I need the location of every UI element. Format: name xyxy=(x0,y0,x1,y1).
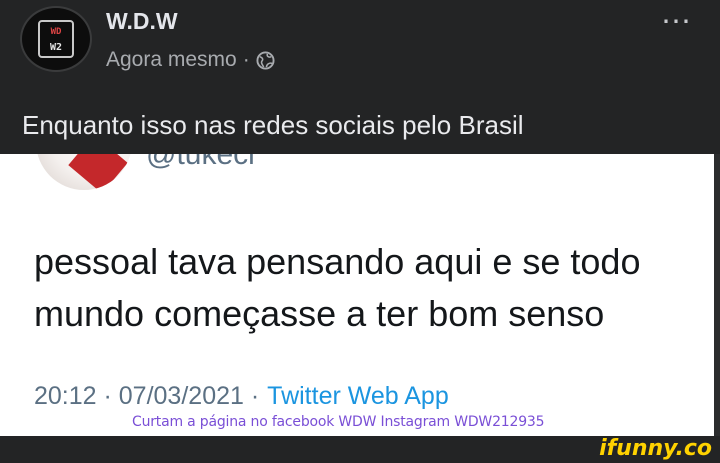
post-caption: Enquanto isso nas redes sociais pelo Bra… xyxy=(22,110,524,140)
meta-separator: · xyxy=(242,48,250,71)
tweet-avatar-detail xyxy=(68,154,128,190)
tweet-avatar xyxy=(36,154,132,190)
post-caption-bar: Enquanto isso nas redes sociais pelo Bra… xyxy=(0,100,720,154)
page-avatar[interactable]: WD W2 xyxy=(20,6,92,72)
post-timestamp[interactable]: Agora mesmo xyxy=(106,48,237,72)
page-name[interactable]: W.D.W xyxy=(106,8,178,35)
post-meta: Agora mesmo · xyxy=(106,48,275,72)
avatar-logo-bottom: W2 xyxy=(49,42,63,53)
tweet-handle: @tukeci xyxy=(146,154,255,171)
post-header: WD W2 W.D.W Agora mesmo · ⋯ xyxy=(0,0,720,100)
tweet-meta: 20:12 · 07/03/2021 · Twitter Web App xyxy=(34,382,449,411)
avatar-logo-top: WD xyxy=(50,27,62,37)
avatar-logo: WD W2 xyxy=(38,20,74,58)
globe-icon[interactable] xyxy=(256,50,275,70)
tweet-source: Twitter Web App xyxy=(267,382,449,410)
right-border xyxy=(714,154,720,436)
more-options-icon[interactable]: ⋯ xyxy=(661,4,692,39)
bottom-bar: ifunny.co xyxy=(0,436,720,463)
ifunny-logo: ifunny.co xyxy=(599,436,712,461)
tweet-time-date: 20:12 · 07/03/2021 · xyxy=(34,382,260,410)
watermark-text: Curtam a página no facebook WDW Instagra… xyxy=(132,414,545,430)
tweet-text: pessoal tava pensando aqui e se todo mun… xyxy=(34,241,641,334)
tweet-screenshot: @tukeci pessoal tava pensando aqui e se … xyxy=(0,154,714,436)
